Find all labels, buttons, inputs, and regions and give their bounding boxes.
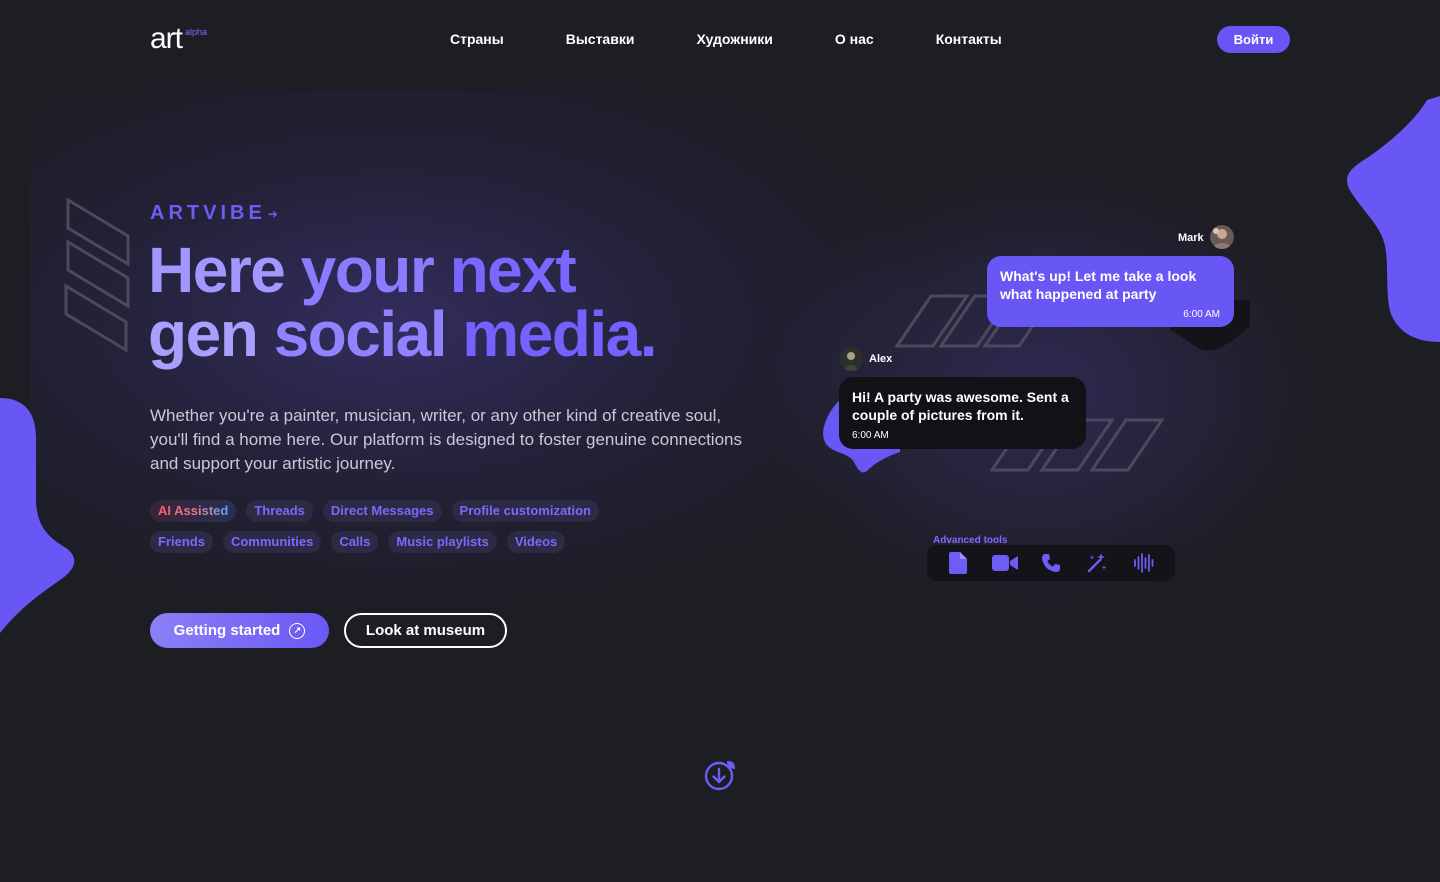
avatar-alex[interactable] [839,347,863,371]
nav-link-artists[interactable]: Художники [696,30,772,48]
file-icon[interactable] [945,550,971,576]
tag-calls: Calls [331,531,379,553]
message-bubble-alex[interactable]: Hi! A party was awesome. Sent a couple o… [839,377,1086,449]
tag-threads: Threads [246,500,313,522]
tag-direct-messages: Direct Messages [322,500,442,522]
message-text: Hi! A party was awesome. Sent a couple o… [852,389,1069,423]
tag-videos: Videos [506,531,566,553]
scroll-down-button[interactable] [703,759,737,793]
look-at-museum-button[interactable]: Look at museum [344,613,507,648]
nav-link-about[interactable]: О нас [835,30,874,48]
eyebrow-text: ARTVIBE [150,202,266,224]
nav-link-contacts[interactable]: Контакты [936,30,1002,48]
main-nav: Страны Выставки Художники О нас Контакты [450,30,1064,48]
sender-name-alex: Alex [869,353,893,365]
logo[interactable]: art alpha [150,24,207,54]
nav-link-exhibitions[interactable]: Выставки [566,30,635,48]
tag-ai-assisted: AI Assisted [150,500,237,522]
audio-wave-icon[interactable] [1131,550,1157,576]
arrow-right-icon: ➜ [267,206,278,221]
tag-profile-customization: Profile customization [451,500,599,522]
sender-name-mark: Mark [1178,232,1204,244]
left-blob-decoration [0,398,75,633]
headline-word: social [273,298,463,370]
headline-word: next [449,234,577,306]
arrow-up-right-icon: ↗ [289,622,306,639]
page-title: Here your next gen social media. [148,238,658,366]
getting-started-button[interactable]: Getting started ↗ [150,613,329,648]
right-blob-decoration [1346,96,1440,342]
advanced-toolbar [927,545,1175,581]
video-camera-icon[interactable] [991,550,1018,576]
message-time: 6:00 AM [1183,309,1220,320]
getting-started-label: Getting started [173,622,281,639]
headline-word: media. [462,298,657,370]
magic-wand-icon[interactable] [1084,550,1110,576]
left-stripes-decoration [64,197,130,353]
message-bubble-mark[interactable]: What's up! Let me take a look what happe… [987,256,1234,327]
logo-badge: alpha [185,27,208,37]
feature-tags: AI Assisted Threads Direct Messages Prof… [150,500,650,562]
phone-icon[interactable] [1038,550,1064,576]
arrow-down-circle-icon [704,761,735,791]
headline-word: gen [148,298,274,370]
avatar-mark[interactable] [1210,225,1234,249]
eyebrow: ARTVIBE ➜ [150,202,278,225]
headline-word: your [300,234,450,306]
headline-word: Here [148,234,301,306]
tag-friends: Friends [150,531,213,553]
tag-music-playlists: Music playlists [388,531,497,553]
hero-description: Whether you're a painter, musician, writ… [150,406,742,473]
message-text: What's up! Let me take a look what happe… [1000,268,1197,302]
tag-communities: Communities [222,531,322,553]
login-button[interactable]: Войти [1217,26,1290,53]
nav-link-countries[interactable]: Страны [450,30,504,48]
message-time: 6:00 AM [852,430,889,441]
logo-text: art [150,22,183,55]
